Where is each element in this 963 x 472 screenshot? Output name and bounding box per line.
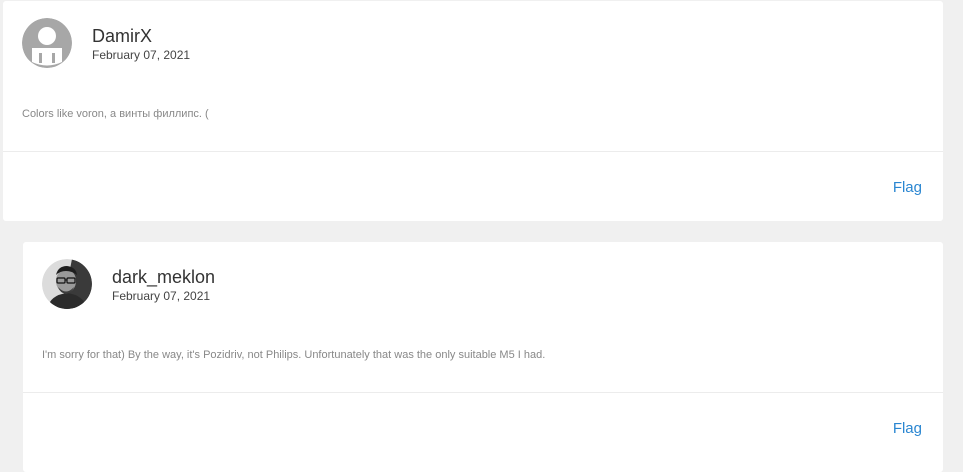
comment-text: Colors like voron, а винты филлипс. (	[22, 108, 209, 120]
comment-date: February 07, 2021	[92, 48, 191, 62]
comment-text: I'm sorry for that) By the way, it's Poz…	[42, 349, 546, 361]
default-user-icon	[22, 18, 72, 68]
divider	[3, 151, 943, 152]
user-photo	[42, 259, 92, 309]
avatar[interactable]	[22, 18, 72, 68]
divider	[23, 392, 943, 393]
comment-username[interactable]: dark_meklon	[112, 267, 215, 288]
flag-link[interactable]: Flag	[893, 179, 922, 196]
flag-link[interactable]: Flag	[893, 420, 922, 437]
comment-card: dark_meklon February 07, 2021 I'm sorry …	[23, 242, 943, 472]
comment-username[interactable]: DamirX	[92, 26, 152, 47]
avatar[interactable]	[42, 259, 92, 309]
comment-date: February 07, 2021	[112, 289, 211, 303]
comment-card: DamirX February 07, 2021 Colors like vor…	[3, 1, 943, 221]
